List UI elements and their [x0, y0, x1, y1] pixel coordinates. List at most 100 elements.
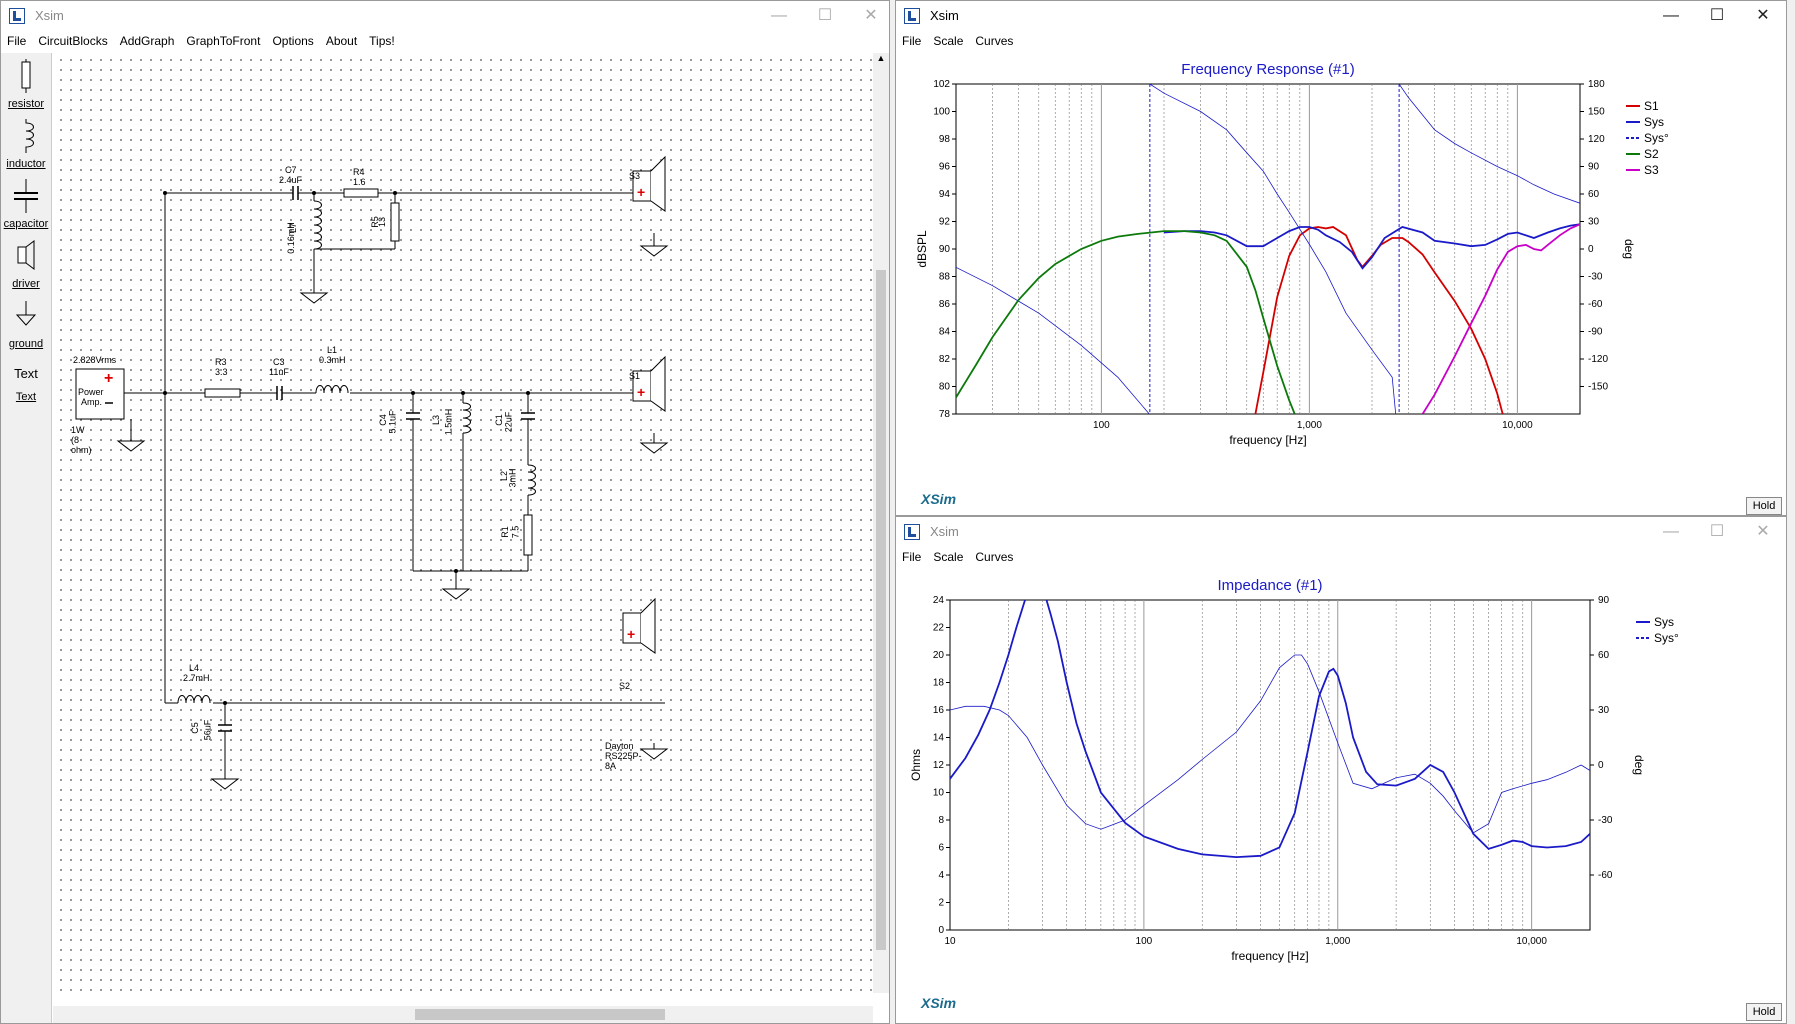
menu-tips[interactable]: Tips!: [363, 31, 401, 48]
palette-label-resistor[interactable]: resistor: [1, 98, 51, 110]
y2-tick-label: -90: [1588, 327, 1603, 338]
menu-file[interactable]: File: [896, 31, 927, 48]
palette-label-text[interactable]: Text: [1, 391, 51, 403]
close-icon[interactable]: ✕: [1740, 517, 1786, 547]
label-c3-value: 11uF: [269, 367, 289, 377]
x-tick-label: 100: [1093, 420, 1110, 431]
menu-file[interactable]: File: [896, 547, 927, 564]
legend-label: S3: [1644, 163, 1659, 177]
xsim-app-icon: [904, 8, 920, 24]
label-l1-value: 0.3mH: [319, 355, 346, 365]
palette-label-driver[interactable]: driver: [1, 278, 51, 290]
y2-tick-label: -30: [1598, 815, 1613, 826]
freq-menubar: File Scale Curves: [896, 31, 1786, 53]
menu-graphtofront[interactable]: GraphToFront: [180, 31, 266, 48]
svg-text:+: +: [104, 370, 113, 387]
maximize-icon[interactable]: ☐: [802, 1, 848, 31]
main-titlebar[interactable]: Xsim — ☐ ✕: [1, 1, 889, 31]
x-tick-label: 10,000: [1502, 420, 1533, 431]
y-tick-label: 12: [933, 760, 945, 771]
label-c5-value: 56uF: [202, 719, 213, 741]
palette-ground[interactable]: ground: [1, 299, 51, 350]
schematic-drawing: + + + +: [75, 155, 669, 790]
xsim-app-icon: [9, 8, 25, 24]
vertical-scrollbar[interactable]: ▲: [873, 53, 889, 993]
label-r3-value: 3.3: [215, 367, 228, 377]
y-tick-label: 92: [939, 217, 951, 228]
label-s2-model: Dayton RS225P-8A: [605, 741, 642, 771]
scroll-up-icon[interactable]: ▲: [873, 53, 889, 63]
schematic-canvas[interactable]: + + + + C7 2.4uF R4 1.6 L7 0.16mH R5 13 …: [53, 53, 873, 993]
maximize-icon[interactable]: ☐: [1694, 517, 1740, 547]
label-c4-name: C4: [377, 414, 388, 426]
close-icon[interactable]: ✕: [1740, 1, 1786, 31]
menu-options[interactable]: Options: [266, 31, 319, 48]
ground-icon: [15, 301, 37, 326]
hold-button[interactable]: Hold: [1746, 497, 1782, 515]
y-tick-label: 14: [933, 733, 945, 744]
label-r3-name: R3: [215, 357, 227, 367]
menu-curves[interactable]: Curves: [969, 31, 1019, 48]
label-c1-name: C1: [493, 414, 504, 426]
menu-scale[interactable]: Scale: [927, 547, 969, 564]
imp-titlebar[interactable]: Xsim — ☐ ✕: [896, 517, 1786, 547]
y2-tick-label: 0: [1588, 244, 1594, 255]
label-c1-value: 22uF: [503, 411, 514, 433]
minimize-icon[interactable]: —: [1648, 1, 1694, 31]
y-tick-label: 10: [933, 788, 945, 799]
imp-menubar: File Scale Curves: [896, 547, 1786, 569]
y2-tick-label: 30: [1598, 705, 1610, 716]
label-s3: S3: [629, 171, 641, 181]
y-tick-label: 2: [938, 898, 944, 909]
y-tick-label: 78: [939, 409, 951, 420]
maximize-icon[interactable]: ☐: [1694, 1, 1740, 31]
frequency-response-chart: 78 80 82 84 86 88 90 92 94 96 98 100 102 -150 -120 -90 -…: [915, 61, 1669, 447]
palette-label-capacitor[interactable]: capacitor: [1, 218, 51, 230]
minimize-icon[interactable]: —: [756, 1, 802, 31]
impedance-chart: 024681012141618202224-60-30030609010 100 1…: [909, 577, 1679, 963]
palette-inductor[interactable]: inductor: [1, 119, 51, 170]
y-tick-label: 90: [939, 244, 951, 255]
palette-capacitor[interactable]: capacitor: [1, 179, 51, 230]
y2-axis-label: deg: [1632, 755, 1646, 775]
y-tick-label: 18: [933, 678, 945, 689]
y-tick-label: 80: [939, 382, 951, 393]
y2-tick-label: 0: [1598, 760, 1604, 771]
y2-tick-label: -150: [1588, 382, 1608, 393]
minimize-icon[interactable]: —: [1648, 517, 1694, 547]
y2-tick-label: 180: [1588, 79, 1605, 90]
vertical-scroll-thumb[interactable]: [876, 270, 886, 950]
y2-tick-label: 120: [1588, 134, 1605, 145]
main-menubar: File CircuitBlocks AddGraph GraphToFront Opt…: [1, 31, 889, 53]
y2-tick-label: -60: [1598, 870, 1613, 881]
legend-label: Sys°: [1654, 631, 1679, 645]
close-icon[interactable]: ✕: [848, 1, 889, 31]
plot-area: [949, 599, 1591, 931]
menu-file[interactable]: File: [1, 31, 32, 48]
x-axis-label: frequency [Hz]: [1229, 433, 1306, 447]
menu-circuitblocks[interactable]: CircuitBlocks: [32, 31, 113, 48]
chart-title: Impedance (#1): [1217, 577, 1322, 594]
hold-button[interactable]: Hold: [1746, 1003, 1782, 1021]
y-tick-label: 6: [938, 843, 944, 854]
label-l1-name: L1: [327, 345, 338, 355]
menu-curves[interactable]: Curves: [969, 547, 1019, 564]
freq-titlebar[interactable]: Xsim — ☐ ✕: [896, 1, 1786, 31]
y2-tick-label: 60: [1588, 189, 1600, 200]
palette-driver[interactable]: driver: [1, 239, 51, 290]
y-tick-label: 16: [933, 705, 945, 716]
x-tick-label: 1,000: [1297, 420, 1322, 431]
label-c7-name: C7: [285, 165, 297, 175]
palette-text[interactable]: Text Text: [1, 365, 51, 403]
horizontal-scrollbar[interactable]: [53, 1006, 873, 1023]
menu-about[interactable]: About: [320, 31, 363, 48]
x-tick-label: 10,000: [1516, 936, 1547, 947]
menu-scale[interactable]: Scale: [927, 31, 969, 48]
palette-resistor[interactable]: resistor: [1, 59, 51, 110]
horizontal-scroll-thumb[interactable]: [415, 1009, 665, 1020]
palette-label-ground[interactable]: ground: [1, 338, 51, 350]
menu-addgraph[interactable]: AddGraph: [114, 31, 181, 48]
label-source-name2: Amp.: [81, 397, 103, 407]
xsim-app-icon: [904, 524, 920, 540]
palette-label-inductor[interactable]: inductor: [1, 158, 51, 170]
